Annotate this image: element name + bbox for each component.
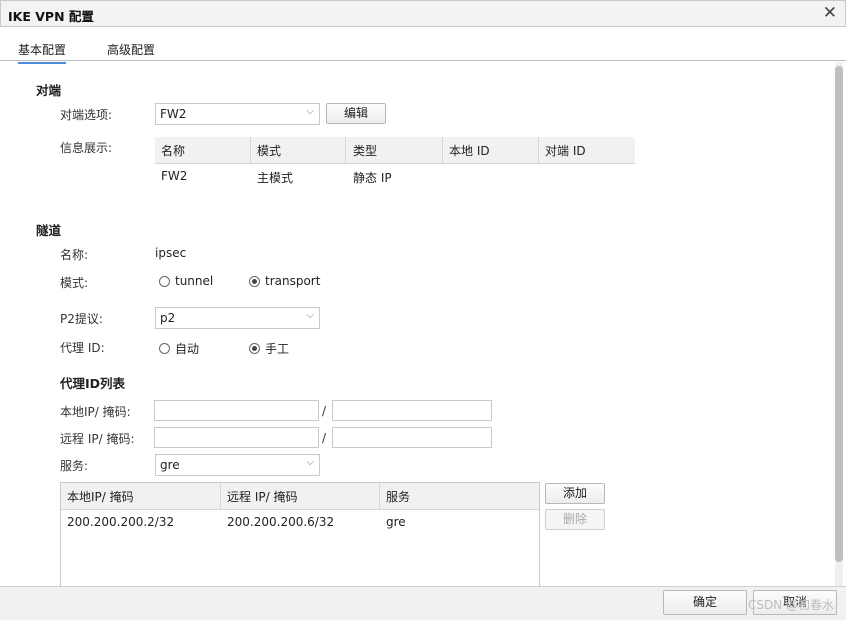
add-button[interactable]: 添加: [545, 483, 605, 504]
cell-local-ip-mask: 200.200.200.2/32: [67, 515, 175, 529]
title-bar: IKE VPN 配置 ✕: [0, 0, 846, 27]
proxy-radio-auto-label: 自动: [175, 342, 200, 356]
local-slash: /: [322, 404, 327, 418]
window-title: IKE VPN 配置: [8, 9, 94, 24]
peer-option-label: 对端选项:: [60, 108, 113, 122]
proxy-id-table-header: 本地IP/ 掩码 远程 IP/ 掩码 服务: [61, 483, 539, 510]
cell-type: 静态 IP: [353, 171, 392, 185]
tunnel-name-label: 名称:: [60, 248, 89, 262]
proxy-list-section-title: 代理ID列表: [60, 376, 126, 391]
column-header-service: 服务: [386, 490, 411, 504]
table-row[interactable]: 200.200.200.2/32 200.200.200.6/32 gre: [61, 510, 539, 534]
close-icon[interactable]: ✕: [823, 4, 837, 22]
tunnel-mode-label: 模式:: [60, 276, 89, 290]
proxy-id-label: 代理 ID:: [60, 341, 105, 355]
column-header-remote-ip-mask: 远程 IP/ 掩码: [227, 490, 298, 504]
column-header-local-ip-mask: 本地IP/ 掩码: [67, 490, 134, 504]
remote-mask-input[interactable]: [332, 427, 492, 448]
proxy-radio-manual[interactable]: 手工: [249, 340, 289, 357]
cell-service: gre: [386, 515, 406, 529]
column-header-peer-id: 对端 ID: [545, 144, 586, 158]
remote-ip-mask-label: 远程 IP/ 掩码:: [60, 432, 135, 446]
proxy-radio-auto[interactable]: 自动: [159, 340, 199, 357]
edit-button[interactable]: 编辑: [326, 103, 386, 124]
local-ip-input[interactable]: [154, 400, 319, 421]
p2-proposal-value: p2: [160, 311, 176, 325]
remote-slash: /: [322, 431, 327, 445]
peer-section-title: 对端: [36, 83, 62, 98]
local-mask-input[interactable]: [332, 400, 492, 421]
proxy-radio-manual-label: 手工: [265, 342, 290, 356]
service-label: 服务:: [60, 459, 89, 473]
mode-radio-tunnel[interactable]: tunnel: [159, 274, 213, 288]
peer-option-select[interactable]: FW2 ⌵: [155, 103, 320, 125]
tunnel-section-title: 隧道: [36, 223, 62, 238]
tunnel-name-value: ipsec: [155, 246, 187, 260]
column-header-type: 类型: [353, 144, 378, 158]
local-ip-mask-label: 本地IP/ 掩码:: [60, 405, 131, 419]
cell-remote-ip-mask: 200.200.200.6/32: [227, 515, 335, 529]
delete-button[interactable]: 删除: [545, 509, 605, 530]
cell-name: FW2: [161, 169, 188, 183]
chevron-down-icon: ⌵: [306, 310, 314, 321]
chevron-down-icon: ⌵: [306, 106, 314, 117]
peer-info-table-header: 名称 模式 类型 本地 ID 对端 ID: [155, 137, 635, 164]
info-display-label: 信息展示:: [60, 141, 113, 155]
peer-option-value: FW2: [160, 107, 187, 121]
service-value: gre: [160, 458, 180, 472]
radio-unchecked-icon: [159, 275, 170, 287]
column-header-local-id: 本地 ID: [449, 144, 490, 158]
proxy-id-table: 本地IP/ 掩码 远程 IP/ 掩码 服务 200.200.200.2/32 2…: [60, 482, 540, 586]
tab-advanced-config[interactable]: 高级配置: [107, 41, 155, 58]
scrollbar-thumb[interactable]: [835, 66, 843, 562]
mode-radio-transport[interactable]: transport: [249, 274, 320, 288]
table-row[interactable]: FW2 主模式 静态 IP: [155, 164, 635, 188]
radio-unchecked-icon: [159, 343, 170, 354]
dialog-footer: 确定 取消 CSDN @初春水: [0, 586, 846, 620]
radio-checked-icon: [249, 275, 260, 287]
watermark: CSDN @初春水: [747, 598, 834, 612]
peer-info-table: 名称 模式 类型 本地 ID 对端 ID FW2 主模式 静态 IP: [155, 137, 635, 188]
ok-button[interactable]: 确定: [663, 590, 747, 615]
service-select[interactable]: gre ⌵: [155, 454, 320, 476]
column-header-name: 名称: [161, 144, 186, 158]
p2-proposal-label: P2提议:: [60, 312, 103, 326]
mode-radio-transport-label: transport: [265, 274, 321, 288]
tab-bar: 基本配置 高级配置: [0, 34, 846, 64]
remote-ip-input[interactable]: [154, 427, 319, 448]
column-header-mode: 模式: [257, 144, 282, 158]
mode-radio-tunnel-label: tunnel: [175, 274, 214, 288]
radio-checked-icon: [249, 343, 260, 354]
tab-basic-config[interactable]: 基本配置: [18, 41, 67, 64]
chevron-down-icon: ⌵: [306, 457, 314, 468]
cell-mode: 主模式: [257, 171, 294, 185]
p2-proposal-select[interactable]: p2 ⌵: [155, 307, 320, 329]
